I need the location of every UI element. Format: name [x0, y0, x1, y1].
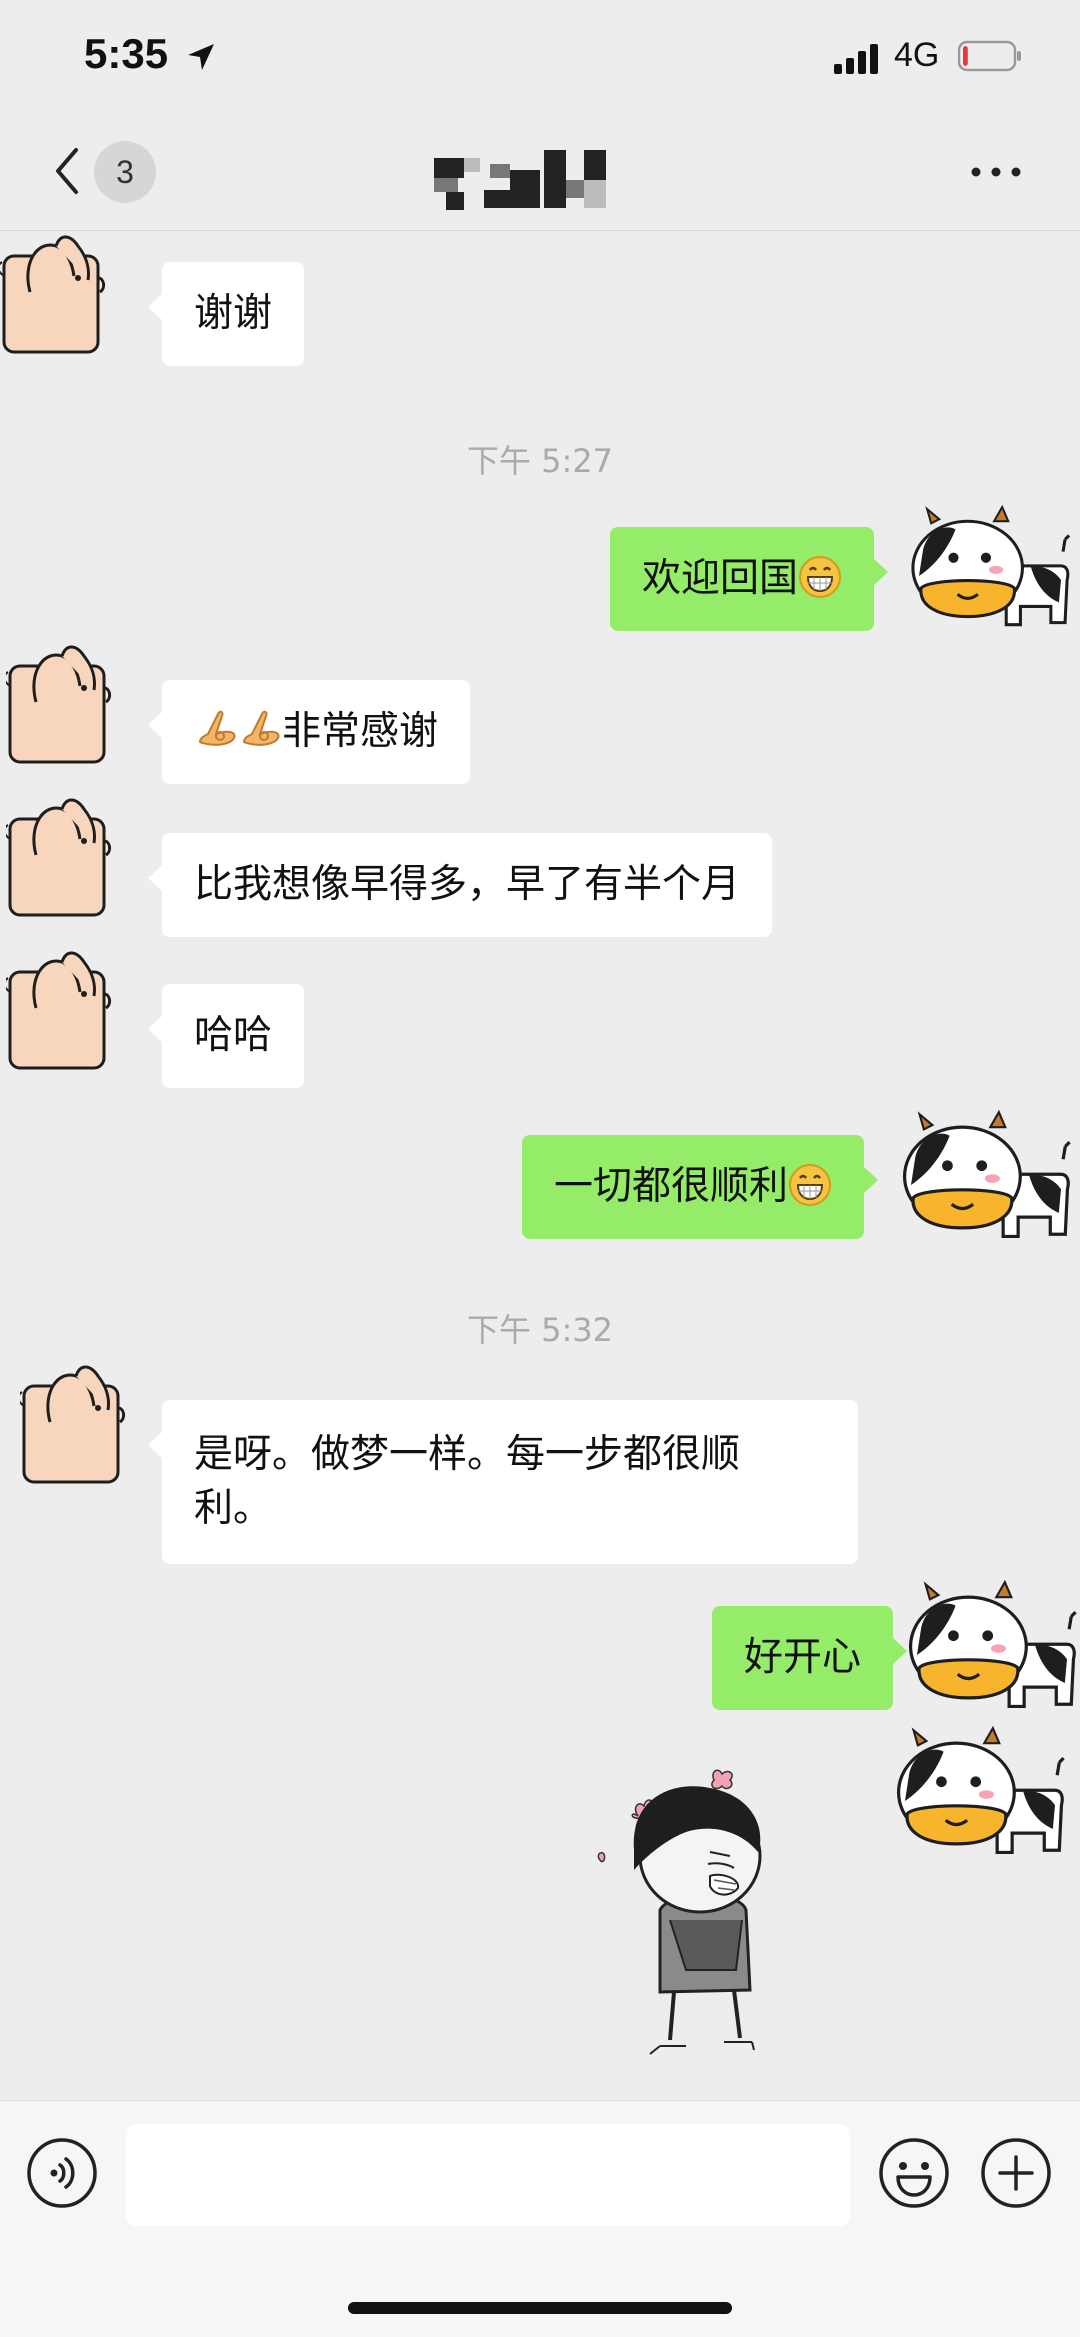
timestamp: 下午 5:32: [466, 1311, 614, 1349]
chevron-left-icon[interactable]: [52, 146, 82, 196]
contact-avatar[interactable]: [6, 795, 156, 925]
message-text: 哈哈: [194, 1013, 273, 1058]
status-time: 5:35: [84, 30, 169, 77]
message-text: 一切都很顺利: [554, 1164, 789, 1209]
message-text: 非常感谢: [282, 709, 439, 754]
message-input[interactable]: [126, 2124, 850, 2226]
battery-icon: [958, 40, 1021, 72]
message-text: 好开心: [744, 1635, 862, 1680]
home-indicator: [348, 2302, 732, 2314]
grin-emoji-icon: [798, 555, 842, 599]
message-text: 谢谢: [194, 291, 273, 336]
my-avatar[interactable]: [906, 1580, 1078, 1730]
message-text-line: 利。: [194, 1486, 273, 1531]
ok-hand-emoji-icon: [238, 708, 282, 752]
message-text: 比我想像早得多，早了有半个月: [194, 862, 741, 907]
network-type: 4G: [894, 36, 940, 74]
more-dots-icon[interactable]: [970, 162, 1022, 182]
contact-avatar[interactable]: [0, 232, 150, 362]
ok-hand-emoji-icon: [194, 708, 238, 752]
plus-icon[interactable]: [980, 2137, 1052, 2209]
message-bubble-outgoing[interactable]: 一切都很顺利: [522, 1135, 879, 1239]
smiley-icon[interactable]: [878, 2137, 950, 2209]
my-avatar[interactable]: [908, 505, 1072, 647]
location-arrow-icon: [188, 44, 214, 70]
message-bubble-incoming[interactable]: 比我想像早得多，早了有半个月: [147, 833, 773, 937]
timestamp: 下午 5:27: [466, 442, 614, 480]
message-text-line: 是呀。做梦一样。每一步都很顺: [194, 1432, 741, 1477]
message-bubble-incoming[interactable]: 谢谢: [147, 262, 305, 366]
message-bubble-outgoing[interactable]: 好开心: [712, 1606, 908, 1710]
message-bubble-outgoing[interactable]: 欢迎回国: [610, 527, 889, 631]
message-text: 欢迎回国: [642, 556, 799, 601]
voice-icon[interactable]: [26, 2137, 98, 2209]
my-avatar[interactable]: [900, 1110, 1072, 1260]
contact-avatar[interactable]: [6, 642, 156, 772]
chat-title-pixelated: [434, 150, 614, 210]
message-bubble-incoming[interactable]: 非常感谢: [147, 680, 471, 784]
contact-avatar[interactable]: [6, 948, 156, 1078]
grin-emoji-icon: [788, 1163, 832, 1207]
cartoon-girl-sticker[interactable]: [590, 1760, 830, 2070]
message-bubble-incoming[interactable]: 是呀。做梦一样。每一步都很顺 利。: [148, 1400, 858, 1564]
my-avatar[interactable]: [894, 1726, 1066, 1876]
contact-avatar[interactable]: [20, 1362, 170, 1492]
unread-count-badge[interactable]: 3: [94, 141, 156, 203]
message-bubble-incoming[interactable]: 哈哈: [147, 984, 305, 1088]
signal-icon: [834, 44, 878, 74]
